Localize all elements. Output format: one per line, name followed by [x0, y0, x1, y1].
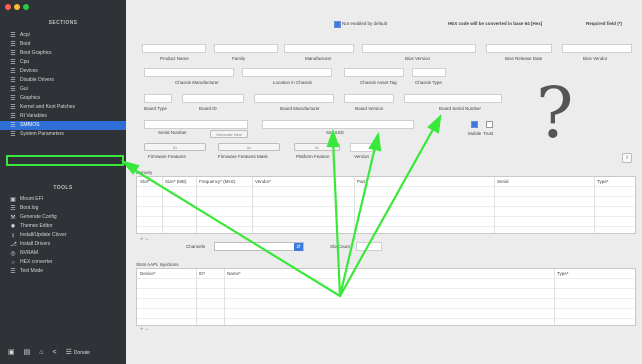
- app-window: SECTIONS ☰ Acpi ☰ Boot ☰ Boot Graphics ☰ Cpu ☰ De…: [0, 0, 642, 364]
- annotation-arrows: [120, 114, 442, 298]
